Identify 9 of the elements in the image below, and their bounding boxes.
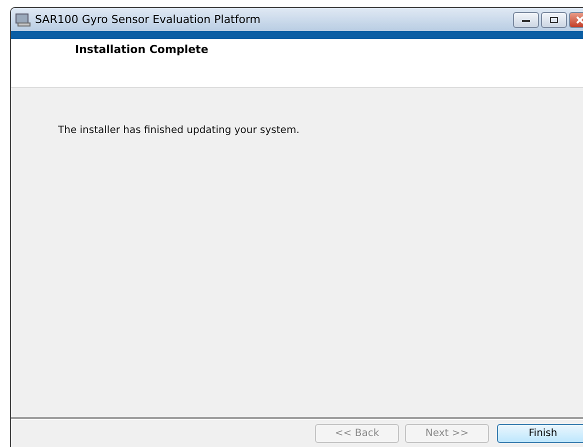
app-icon [15, 12, 31, 26]
maximize-button[interactable] [541, 12, 567, 28]
maximize-icon [549, 16, 559, 24]
window-title: SAR100 Gyro Sensor Evaluation Platform [35, 13, 261, 26]
close-icon [575, 14, 583, 24]
finish-button[interactable]: Finish [497, 424, 583, 443]
status-message: The installer has finished updating your system. [58, 125, 300, 136]
minimize-button[interactable] [513, 12, 539, 28]
page-heading: Installation Complete [75, 43, 208, 56]
